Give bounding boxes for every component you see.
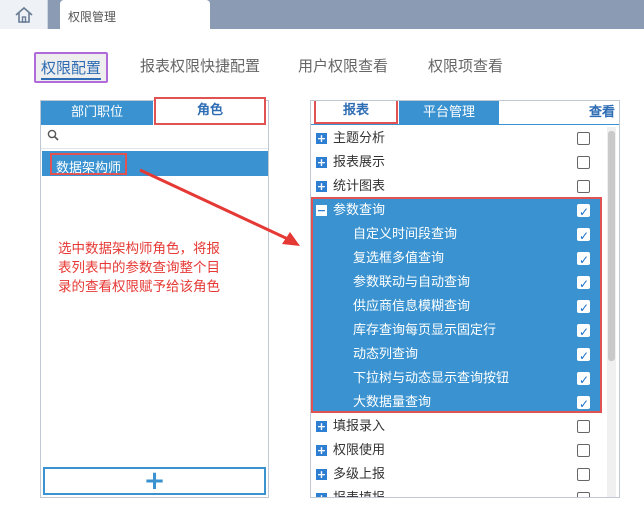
view-column-header: 查看 bbox=[588, 105, 615, 120]
view-checkbox[interactable] bbox=[577, 272, 590, 296]
expand-icon[interactable]: + bbox=[316, 469, 327, 480]
expand-icon[interactable]: + bbox=[316, 133, 327, 144]
report-tree: + 主题分析 + 报表展示 + 统计图表 − 参数查询 自定义时间段查询 复选框… bbox=[311, 127, 603, 497]
tree-row-label: 权限使用 bbox=[333, 443, 386, 458]
tree-row-label: 大数据量查询 bbox=[353, 395, 432, 410]
scrollbar-thumb[interactable] bbox=[608, 131, 615, 361]
view-checkbox[interactable] bbox=[577, 320, 590, 344]
tree-row[interactable]: + 填报录入 bbox=[311, 415, 603, 439]
view-checkbox[interactable] bbox=[577, 248, 590, 272]
view-checkbox[interactable] bbox=[577, 344, 590, 368]
tree-child-row[interactable]: 复选框多值查询 bbox=[311, 247, 603, 272]
tab-report[interactable]: 报表 bbox=[314, 101, 398, 124]
tree-row-label: 填报录入 bbox=[333, 419, 386, 434]
tree-row-label: 下拉树与动态显示查询按钮 bbox=[353, 371, 510, 386]
view-checkbox[interactable] bbox=[577, 468, 590, 481]
collapse-icon[interactable]: − bbox=[316, 205, 327, 216]
tree-row[interactable]: + 主题分析 bbox=[311, 127, 603, 151]
tree-row[interactable]: + 报表展示 bbox=[311, 151, 603, 175]
tree-row-label: 参数联动与自动查询 bbox=[353, 275, 471, 290]
tree-row[interactable]: + 统计图表 bbox=[311, 175, 603, 199]
tree-row[interactable]: + 权限使用 bbox=[311, 439, 603, 463]
view-checkbox[interactable] bbox=[577, 420, 590, 433]
view-checkbox[interactable] bbox=[577, 200, 590, 224]
view-checkbox[interactable] bbox=[577, 224, 590, 248]
expand-icon[interactable]: + bbox=[316, 157, 327, 168]
vertical-scrollbar[interactable] bbox=[607, 127, 616, 497]
tree-row-label: 复选框多值查询 bbox=[353, 251, 445, 266]
tree-row-label: 参数查询 bbox=[333, 203, 386, 218]
tree-row-label: 供应商信息模糊查询 bbox=[353, 299, 471, 314]
permission-tabs: 报表 平台管理 查看 bbox=[311, 101, 619, 125]
expand-icon[interactable]: + bbox=[316, 493, 327, 497]
expand-icon[interactable]: + bbox=[316, 181, 327, 192]
tree-child-row[interactable]: 参数联动与自动查询 bbox=[311, 271, 603, 296]
tree-row-label: 报表展示 bbox=[333, 155, 386, 170]
tree-row-label: 库存查询每页显示固定行 bbox=[353, 323, 497, 338]
tree-row-label: 统计图表 bbox=[333, 179, 386, 194]
view-checkbox[interactable] bbox=[577, 156, 590, 169]
expand-icon[interactable]: + bbox=[316, 445, 327, 456]
tree-row[interactable]: + 报表填报 bbox=[311, 487, 603, 497]
tree-child-row[interactable]: 库存查询每页显示固定行 bbox=[311, 319, 603, 344]
tree-child-row[interactable]: 大数据量查询 bbox=[311, 391, 603, 416]
view-checkbox[interactable] bbox=[577, 132, 590, 145]
tree-row-label: 自定义时间段查询 bbox=[353, 227, 458, 242]
view-checkbox[interactable] bbox=[577, 392, 590, 416]
permission-panel: 报表 平台管理 查看 + 主题分析 + 报表展示 + 统计图表 − 参数查询 自… bbox=[310, 100, 620, 498]
tab-platform-management[interactable]: 平台管理 bbox=[399, 101, 499, 125]
view-checkbox[interactable] bbox=[577, 492, 590, 497]
view-checkbox[interactable] bbox=[577, 368, 590, 392]
tree-row-label: 主题分析 bbox=[333, 131, 386, 146]
tree-child-row[interactable]: 下拉树与动态显示查询按钮 bbox=[311, 367, 603, 392]
tree-child-row[interactable]: 供应商信息模糊查询 bbox=[311, 295, 603, 320]
tree-child-row[interactable]: 自定义时间段查询 bbox=[311, 223, 603, 248]
expand-icon[interactable]: + bbox=[316, 421, 327, 432]
tree-row-label: 动态列查询 bbox=[353, 347, 419, 362]
view-checkbox[interactable] bbox=[577, 444, 590, 457]
view-checkbox[interactable] bbox=[577, 180, 590, 193]
tree-row-label: 报表填报 bbox=[333, 487, 385, 497]
tree-row[interactable]: + 多级上报 bbox=[311, 463, 603, 487]
tree-row-label: 多级上报 bbox=[333, 467, 386, 482]
tree-child-row[interactable]: 动态列查询 bbox=[311, 343, 603, 368]
tree-row-selected[interactable]: − 参数查询 bbox=[311, 199, 603, 224]
view-checkbox[interactable] bbox=[577, 296, 590, 320]
